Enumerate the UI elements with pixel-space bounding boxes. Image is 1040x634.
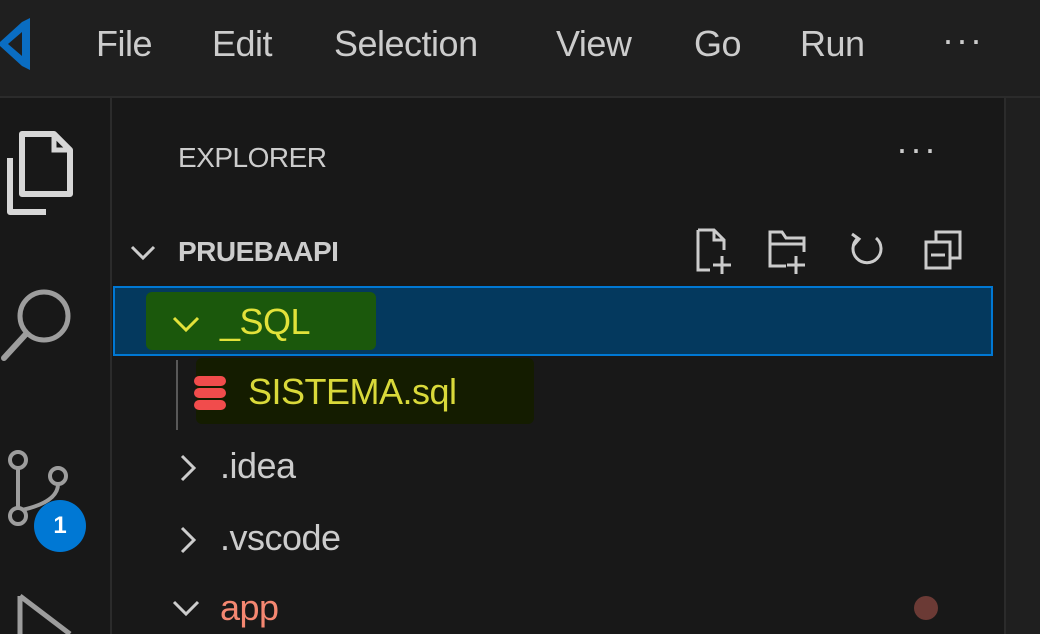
database-file-icon [194, 376, 226, 410]
new-file-icon[interactable] [692, 226, 734, 276]
menu-view[interactable]: View [556, 18, 632, 70]
title-bar: File Edit Selection View Go Run ··· [0, 0, 1040, 98]
workspace-name: PRUEBAAPI [178, 236, 339, 267]
chevron-down-icon[interactable] [170, 596, 202, 620]
folder-label-app[interactable]: app [220, 582, 279, 634]
folder-label-sql: _SQL [220, 301, 311, 342]
explorer-more-button[interactable]: ··· [896, 128, 938, 170]
chevron-down-icon[interactable] [170, 312, 202, 336]
editor-area-edge [1004, 98, 1040, 634]
folder-label-idea[interactable]: .idea [220, 440, 296, 492]
file-label-sistema-sql[interactable]: SISTEMA.sql [248, 366, 457, 418]
refresh-icon[interactable] [846, 226, 888, 276]
chevron-right-icon[interactable] [176, 452, 200, 484]
folder-label-vscode[interactable]: .vscode [220, 512, 341, 564]
menu-more-button[interactable]: ··· [942, 18, 984, 70]
explorer-files-icon[interactable] [0, 128, 80, 218]
new-folder-icon[interactable] [766, 226, 808, 276]
modified-indicator-dot [914, 596, 938, 620]
chevron-right-icon[interactable] [176, 524, 200, 556]
vscode-logo-icon[interactable] [0, 16, 40, 72]
menu-edit[interactable]: Edit [212, 18, 273, 70]
indent-guide [176, 360, 178, 430]
menu-go[interactable]: Go [694, 18, 742, 70]
chevron-down-icon [130, 245, 156, 261]
menu-run[interactable]: Run [800, 18, 865, 70]
explorer-title: EXPLORER [178, 142, 327, 173]
menu-file[interactable]: File [96, 18, 153, 70]
menu-selection[interactable]: Selection [334, 18, 478, 70]
source-control-badge: 1 [34, 500, 86, 552]
run-debug-icon[interactable] [0, 590, 80, 634]
search-icon[interactable] [0, 284, 80, 364]
collapse-all-icon[interactable] [922, 226, 964, 276]
